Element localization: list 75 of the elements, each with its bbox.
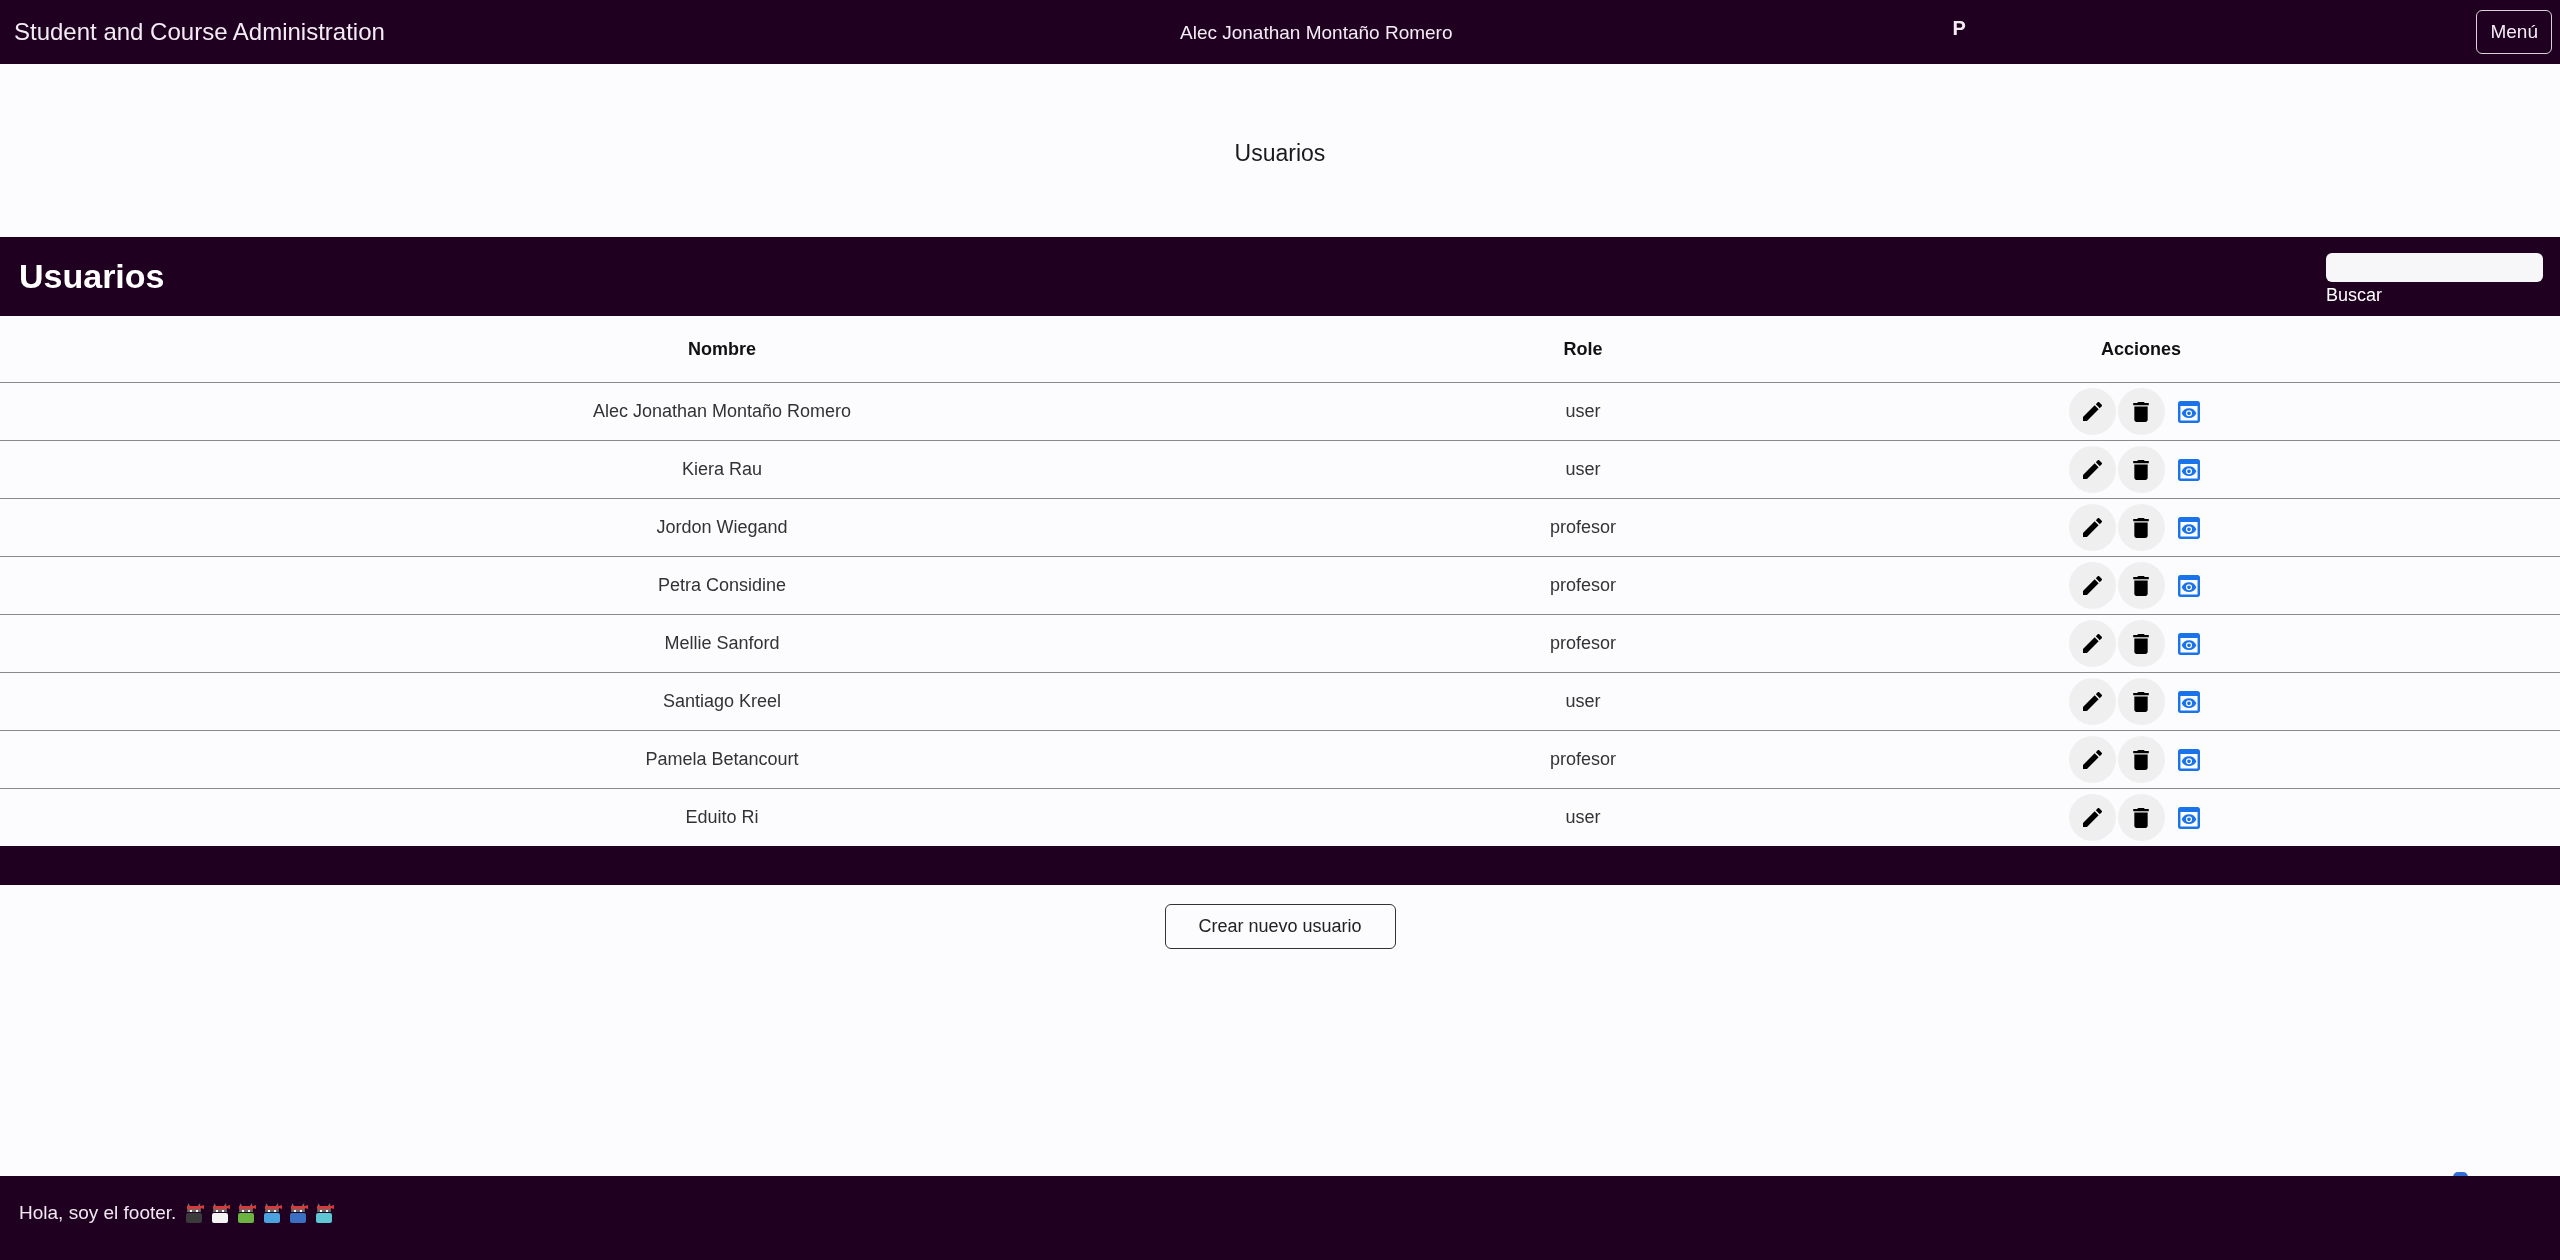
edit-button[interactable] (2068, 388, 2116, 435)
eye-icon[interactable] (2177, 748, 2200, 771)
role-cell: profesor (1444, 730, 1722, 789)
name-cell: Alec Jonathan Montaño Romero (0, 382, 1444, 441)
cat-icon (262, 1203, 283, 1223)
edit-button[interactable] (2068, 736, 2116, 783)
eye-icon[interactable] (2177, 806, 2200, 829)
menu-button[interactable]: Menú (2476, 10, 2552, 54)
pencil-icon (2082, 692, 2102, 711)
role-cell: profesor (1444, 556, 1722, 615)
panel-title: Usuarios (19, 257, 165, 296)
footer-text: Hola, soy el footer. (19, 1202, 177, 1224)
search-field[interactable] (2326, 253, 2543, 282)
trash-icon (2133, 807, 2149, 828)
name-cell: Jordon Wiegand (0, 498, 1444, 557)
edit-button[interactable] (2068, 446, 2116, 493)
edit-button[interactable] (2068, 794, 2116, 841)
eye-icon[interactable] (2177, 690, 2200, 713)
edit-button[interactable] (2068, 562, 2116, 609)
name-cell: Pamela Betancourt (0, 730, 1444, 789)
column-header: Acciones (1722, 316, 2560, 383)
pencil-icon (2082, 402, 2102, 421)
name-cell: Santiago Kreel (0, 672, 1444, 731)
eye-icon[interactable] (2177, 632, 2200, 655)
delete-button[interactable] (2117, 794, 2165, 841)
trash-icon (2133, 401, 2149, 422)
column-header: Nombre (0, 316, 1444, 383)
delete-button[interactable] (2117, 620, 2165, 667)
role-cell: user (1444, 382, 1722, 441)
trash-icon (2133, 633, 2149, 654)
delete-button[interactable] (2117, 678, 2165, 725)
role-cell: profesor (1444, 498, 1722, 557)
trash-icon (2133, 517, 2149, 538)
cat-icon (184, 1203, 205, 1223)
role-cell: user (1444, 440, 1722, 499)
delete-button[interactable] (2117, 504, 2165, 551)
page-heading: Usuarios (1234, 138, 1326, 167)
name-cell: Eduito Ri (0, 788, 1444, 846)
app-title: Student and Course Administration (14, 18, 386, 46)
pencil-icon (2082, 634, 2102, 653)
pencil-icon (2082, 460, 2102, 479)
delete-button[interactable] (2117, 562, 2165, 609)
role-cell: profesor (1444, 614, 1722, 673)
name-cell: Mellie Sanford (0, 614, 1444, 673)
edit-button[interactable] (2068, 678, 2116, 725)
eye-icon[interactable] (2177, 458, 2200, 481)
name-cell: Kiera Rau (0, 440, 1444, 499)
pencil-icon (2082, 518, 2102, 537)
cat-icon (314, 1203, 335, 1223)
search-label: Buscar (2326, 285, 2384, 306)
eye-icon[interactable] (2177, 516, 2200, 539)
delete-button[interactable] (2117, 446, 2165, 493)
trash-icon (2133, 459, 2149, 480)
create-user-button[interactable]: Crear nuevo usuario (1164, 904, 1396, 949)
column-header: Role (1444, 316, 1722, 383)
name-cell: Petra Considine (0, 556, 1444, 615)
trash-icon (2133, 575, 2149, 596)
role-cell: user (1444, 672, 1722, 731)
eye-icon[interactable] (2177, 400, 2200, 423)
cat-icon (236, 1203, 257, 1223)
cat-icon (210, 1203, 231, 1223)
pencil-icon (2082, 576, 2102, 595)
delete-button[interactable] (2117, 388, 2165, 435)
delete-button[interactable] (2117, 736, 2165, 783)
pencil-icon (2082, 808, 2102, 827)
trash-icon (2133, 749, 2149, 770)
eye-icon[interactable] (2177, 574, 2200, 597)
edit-button[interactable] (2068, 504, 2116, 551)
cat-icon (288, 1203, 309, 1223)
pencil-icon (2082, 750, 2102, 769)
user-initial: P (1952, 16, 1966, 40)
role-cell: user (1444, 788, 1722, 846)
edit-button[interactable] (2068, 620, 2116, 667)
trash-icon (2133, 691, 2149, 712)
user-name: Alec Jonathan Montaño Romero (1180, 22, 1453, 44)
